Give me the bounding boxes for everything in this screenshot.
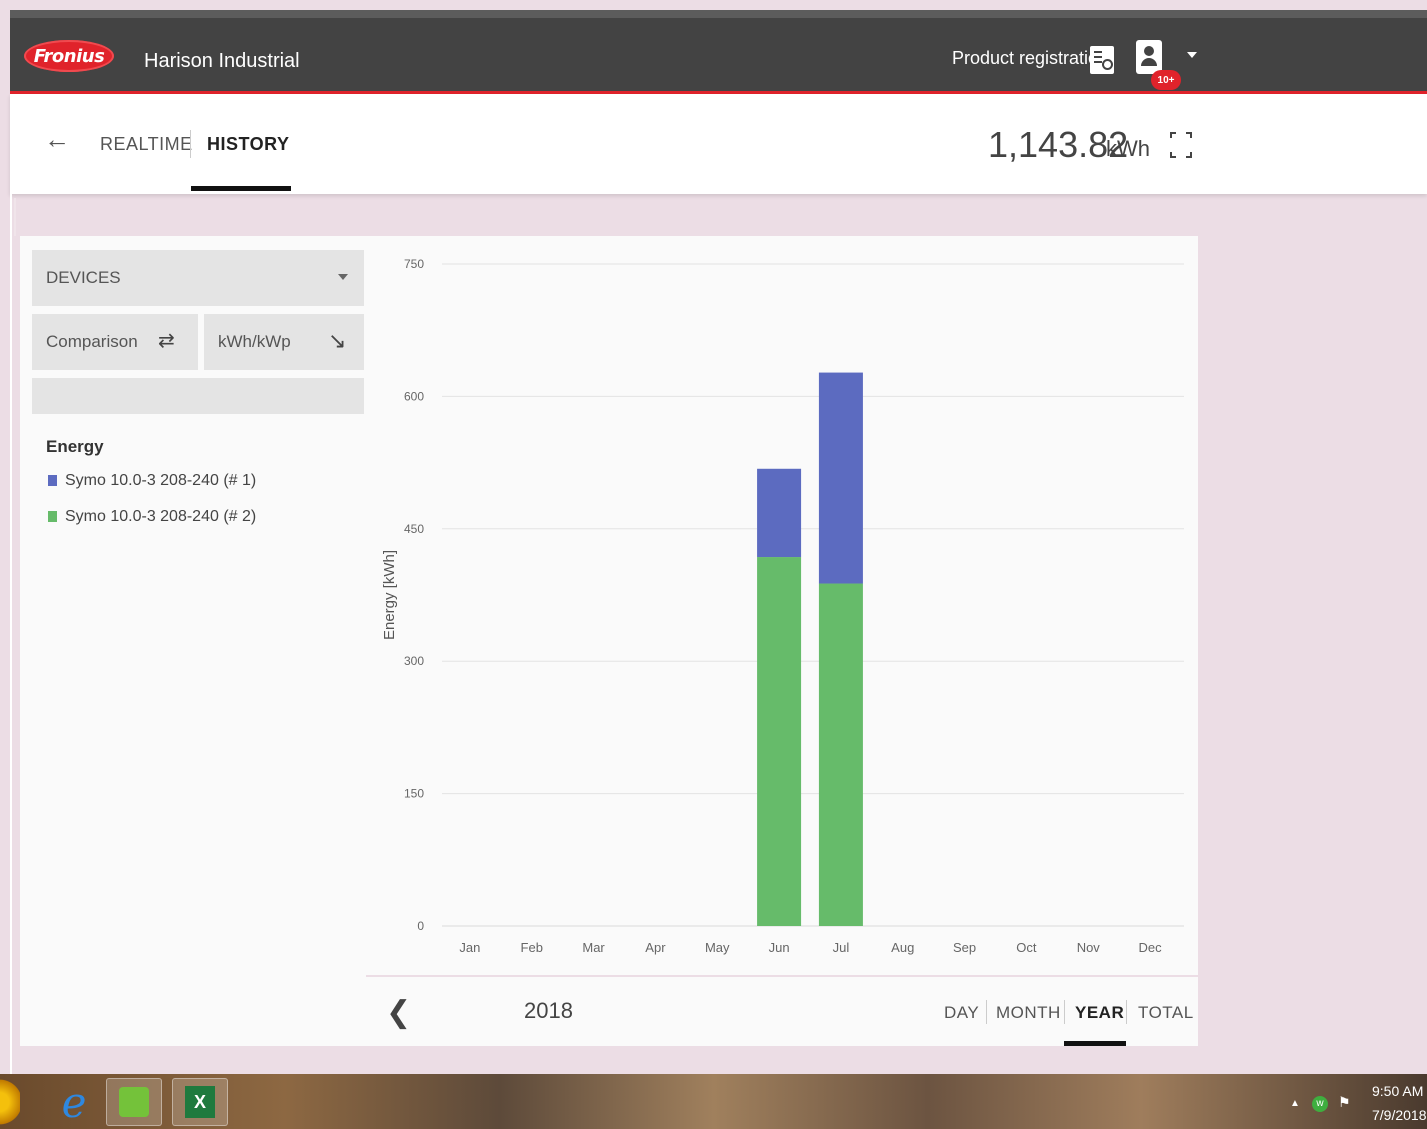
comparison-label: Comparison <box>46 332 138 351</box>
y-tick-label: 750 <box>404 257 424 271</box>
user-account-icon[interactable] <box>1136 40 1162 74</box>
x-tick-label: Nov <box>1077 940 1101 955</box>
y-tick-label: 450 <box>404 522 424 536</box>
sub-header: ← REALTIME HISTORY 1,143.82 kWh <box>10 94 1427 194</box>
legend-item-device-1[interactable]: Symo 10.0-3 208-240 (# 1) <box>48 472 256 490</box>
kwh-kwp-button[interactable]: kWh/kWp ↘ <box>204 314 364 370</box>
empty-filter-bar[interactable] <box>32 378 364 414</box>
range-tab-total[interactable]: TOTAL <box>1138 1003 1194 1023</box>
notification-badge: 10+ <box>1151 70 1181 90</box>
x-tick-label: Sep <box>953 940 976 955</box>
action-center-flag-icon[interactable]: ⚑ <box>1338 1094 1351 1111</box>
x-tick-label: Jul <box>833 940 850 955</box>
app-launcher-icon[interactable] <box>106 1078 162 1126</box>
clock-date[interactable]: 7/9/2018 <box>1372 1107 1427 1123</box>
diagonal-arrow-icon: ↘ <box>328 328 347 353</box>
tab-realtime[interactable]: REALTIME <box>100 134 193 155</box>
x-tick-label: Apr <box>645 940 666 955</box>
bar-jul <box>818 372 863 584</box>
kwh-kwp-label: kWh/kWp <box>218 332 291 351</box>
tab-history[interactable]: HISTORY <box>207 134 290 155</box>
total-energy-unit: kWh <box>1106 136 1150 161</box>
left-edge-stripe <box>10 194 12 1074</box>
y-axis-label: Energy [kWh] <box>381 550 398 640</box>
x-tick-label: Aug <box>891 940 914 955</box>
legend-label: Symo 10.0-3 208-240 (# 2) <box>65 508 257 525</box>
range-tab-month[interactable]: MONTH <box>996 1003 1061 1023</box>
devices-dropdown[interactable]: DEVICES <box>32 250 364 306</box>
active-tab-indicator <box>191 186 291 191</box>
previous-period-chevron-icon[interactable]: ❮ <box>386 995 411 1030</box>
range-tab-year[interactable]: YEAR <box>1075 1003 1124 1023</box>
x-tick-label: Feb <box>521 940 543 955</box>
legend-swatch <box>48 475 57 487</box>
bar-jul <box>818 583 863 926</box>
back-arrow-icon[interactable]: ← <box>44 124 70 155</box>
range-divider <box>986 1000 987 1024</box>
bar-jun <box>757 557 802 926</box>
panel-edge <box>14 198 16 236</box>
windows-taskbar: e X <box>0 1074 1427 1129</box>
product-registration-icon[interactable] <box>1090 46 1114 74</box>
x-tick-label: Mar <box>582 940 605 955</box>
legend-title: Energy <box>46 437 104 456</box>
fronius-logo[interactable]: Fronius <box>24 40 114 72</box>
energy-bar-chart: 0 150 300 450 600 750 Energy [kWh] Jan Feb Mar Apr… <box>381 257 1184 955</box>
clock-time[interactable]: 9:50 AM <box>1372 1083 1423 1099</box>
site-name: Harison Industrial <box>144 50 300 72</box>
x-tick-label: Dec <box>1139 940 1163 955</box>
top-header-bar: Fronius Harison Industrial Product regis… <box>10 10 1427 94</box>
x-tick-label: Oct <box>1016 940 1037 955</box>
selected-year: 2018 <box>524 998 573 1023</box>
product-registration-link[interactable]: Product registration <box>952 48 1108 69</box>
devices-label: DEVICES <box>46 268 121 287</box>
y-tick-label: 150 <box>404 787 424 801</box>
fullscreen-icon[interactable] <box>1170 132 1192 158</box>
tray-app-icon[interactable]: w <box>1312 1096 1328 1112</box>
tab-divider <box>190 130 191 158</box>
range-divider <box>1126 1000 1127 1024</box>
x-tick-label: Jun <box>769 940 790 955</box>
y-tick-label: 300 <box>404 654 424 668</box>
range-tab-day[interactable]: DAY <box>944 1003 979 1023</box>
x-tick-label: Jan <box>459 940 480 955</box>
chevron-down-icon <box>338 274 348 280</box>
legend-swatch <box>48 511 57 523</box>
compare-arrows-icon: ⇄ <box>158 330 175 352</box>
legend-label: Symo 10.0-3 208-240 (# 1) <box>65 472 257 489</box>
range-divider <box>1064 1000 1065 1024</box>
active-range-indicator <box>1064 1041 1126 1046</box>
bar-jun <box>757 468 802 558</box>
comparison-button[interactable]: Comparison ⇄ <box>32 314 198 370</box>
show-hidden-icons-icon[interactable]: ▲ <box>1290 1098 1300 1109</box>
y-tick-label: 0 <box>417 919 424 933</box>
user-menu-caret-icon[interactable] <box>1187 52 1197 58</box>
x-tick-label: May <box>705 940 730 955</box>
chart-divider <box>366 975 1198 977</box>
start-button-icon[interactable] <box>0 1078 20 1126</box>
excel-icon[interactable]: X <box>172 1078 228 1126</box>
internet-explorer-icon[interactable]: e <box>46 1078 102 1127</box>
y-tick-label: 600 <box>404 389 424 403</box>
legend-item-device-2[interactable]: Symo 10.0-3 208-240 (# 2) <box>48 508 256 526</box>
